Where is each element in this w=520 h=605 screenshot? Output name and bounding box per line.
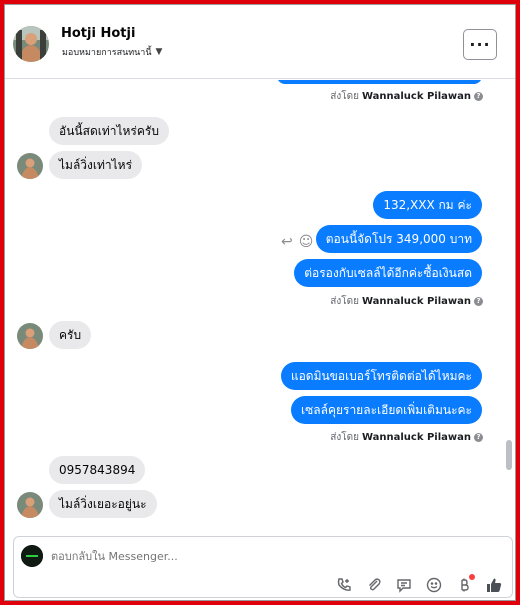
sent-by-text: ส่งโดย — [330, 296, 359, 307]
call-add-icon[interactable] — [336, 577, 352, 593]
message-bubble: ไมล์วิ่งเยอะอยู่นะ — [49, 490, 157, 518]
message-bubble: อันนี้สดเท่าไหร่ครับ — [49, 117, 169, 145]
composer-toolbar — [336, 574, 502, 593]
partial-message-bubble — [277, 80, 482, 84]
message-bubble: ต่อรองกับเซลล์ได้อีกค่ะซื้อเงินสด — [294, 259, 482, 287]
sent-by-name: Wannaluck Pilawan — [361, 296, 471, 307]
contact-avatar-small — [17, 492, 43, 518]
sent-by-text: ส่งโดย — [330, 432, 359, 443]
info-icon[interactable]: ? — [474, 433, 483, 442]
message-thread[interactable]: ส่งโดย Wannaluck Pilawan ? อันนี้สดเท่าไ… — [5, 80, 515, 532]
caret-down-icon: ▼ — [155, 47, 163, 57]
message-bubble: 132,XXX กม ค่ะ — [373, 191, 482, 219]
attachment-icon[interactable] — [366, 577, 382, 593]
like-icon[interactable] — [486, 577, 502, 593]
info-icon[interactable]: ? — [474, 297, 483, 306]
sent-by-label: ส่งโดย Wannaluck Pilawan ? — [330, 89, 483, 104]
assign-conversation-label: มอบหมายการสนทนานี้ — [62, 48, 152, 58]
reply-composer — [13, 536, 513, 598]
sent-by-label: ส่งโดย Wannaluck Pilawan ? — [330, 430, 483, 445]
sent-by-text: ส่งโดย — [330, 91, 359, 102]
message-actions: ↩ ☺ — [281, 234, 313, 250]
saved-reply-icon[interactable] — [396, 577, 412, 593]
message-bubble: 0957843894 — [49, 456, 146, 484]
message-bubble: ครับ — [49, 321, 92, 349]
contact-avatar[interactable] — [13, 26, 49, 62]
notification-dot — [469, 574, 475, 580]
page-avatar — [21, 545, 43, 567]
sent-by-name: Wannaluck Pilawan — [361, 91, 471, 102]
scrollbar-thumb[interactable] — [506, 440, 512, 470]
contact-avatar-small — [17, 323, 43, 349]
message-bubble: ไมล์วิ่งเท่าไหร่ — [49, 151, 143, 179]
message-bubble: แอดมินขอเบอร์โทรติดต่อได้ไหมคะ — [280, 362, 482, 390]
sent-by-name: Wannaluck Pilawan — [361, 432, 471, 443]
conversation-header: Hotji Hotji มอบหมายการสนทนานี้ ▼ ··· — [5, 5, 515, 79]
message-bubble: ตอนนี้จัดโปร 349,000 บาท — [315, 225, 482, 253]
reply-icon[interactable]: ↩ — [281, 234, 293, 250]
sent-by-label: ส่งโดย Wannaluck Pilawan ? — [330, 294, 483, 309]
payment-icon[interactable] — [456, 574, 475, 593]
contact-avatar-small — [17, 153, 43, 179]
assign-conversation-dropdown[interactable]: มอบหมายการสนทนานี้ ▼ — [62, 45, 162, 59]
react-emoji-icon[interactable]: ☺ — [299, 234, 314, 250]
emoji-icon[interactable] — [426, 577, 442, 593]
message-bubble: เซลล์คุยรายละเอียดเพิ่มเติมนะคะ — [290, 396, 482, 424]
more-options-button[interactable]: ··· — [463, 29, 497, 60]
contact-name: Hotji Hotji — [61, 26, 136, 41]
info-icon[interactable]: ? — [474, 92, 483, 101]
reply-input[interactable] — [51, 550, 351, 563]
